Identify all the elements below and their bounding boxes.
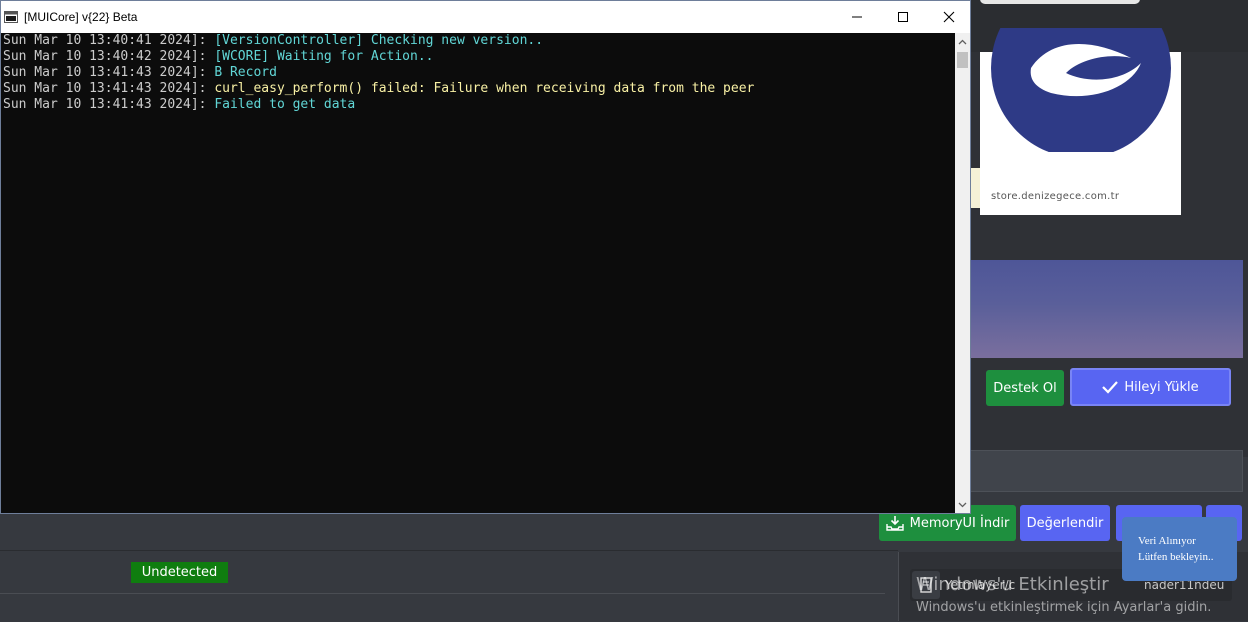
activation-watermark-subtitle: Windows'u etkinleştirmek için Ayarlar'a … [916, 600, 1212, 615]
console-titlebar[interactable]: [MUICore] v{22} Beta [1, 1, 970, 33]
maximize-icon [898, 12, 908, 22]
brand-logo-icon [991, 28, 1171, 152]
console-scrollbar[interactable] [955, 33, 970, 513]
load-cheat-button[interactable]: Hileyi Yükle [1070, 368, 1231, 406]
load-cheat-label: Hileyi Yükle [1124, 379, 1199, 395]
console-output[interactable]: Sun Mar 10 13:40:41 2024]: [VersionContr… [1, 33, 957, 513]
log-message: B Record [214, 65, 277, 80]
status-badge: Undetected [131, 562, 228, 583]
status-strip [0, 550, 898, 622]
minimize-button[interactable] [834, 1, 880, 33]
log-timestamp: Sun Mar 10 13:41:43 2024]: [3, 97, 215, 112]
log-message: [VersionController] Checking new version… [214, 33, 544, 48]
maximize-button[interactable] [880, 1, 926, 33]
log-line: Sun Mar 10 13:41:43 2024]: Failed to get… [3, 97, 957, 113]
download-tray-icon [885, 516, 904, 531]
log-message: curl_easy_perform() failed: Failure when… [214, 81, 755, 96]
minimize-icon [852, 16, 862, 18]
loading-toast: Veri Alınıyor Lütfen bekleyin.. [1122, 517, 1237, 581]
scroll-up-arrow[interactable] [955, 33, 970, 50]
chevron-down-icon [958, 502, 967, 507]
comment-input[interactable] [960, 450, 1243, 492]
promo-image: store.denizegece.com.tr [980, 28, 1181, 215]
chevron-up-icon [958, 39, 967, 44]
log-line: Sun Mar 10 13:40:42 2024]: [WCORE] Waiti… [3, 49, 957, 65]
promo-url: store.denizegece.com.tr [991, 191, 1120, 202]
log-message: Failed to get data [214, 97, 356, 112]
console-app-icon [4, 11, 18, 23]
log-timestamp: Sun Mar 10 13:40:41 2024]: [3, 33, 215, 48]
close-button[interactable] [926, 1, 972, 33]
support-button[interactable]: Destek Ol [986, 370, 1064, 406]
scroll-thumb[interactable] [957, 52, 968, 68]
toast-line-1: Veri Alınıyor [1138, 535, 1196, 547]
log-message: [WCORE] Waiting for Action.. [214, 49, 434, 64]
download-memoryui-label: MemoryUI İndir [909, 515, 1010, 531]
log-line: Sun Mar 10 13:40:41 2024]: [VersionContr… [3, 33, 957, 49]
console-title: [MUICore] v{22} Beta [24, 10, 138, 24]
log-timestamp: Sun Mar 10 13:40:42 2024]: [3, 49, 215, 64]
log-timestamp: Sun Mar 10 13:41:43 2024]: [3, 81, 215, 96]
log-line: Sun Mar 10 13:41:43 2024]: B Record [3, 65, 957, 81]
checkmark-icon [1102, 381, 1119, 394]
console-window[interactable]: [MUICore] v{22} Beta Sun Mar 10 13:40:41… [0, 0, 971, 514]
toast-line-2: Lütfen bekleyin.. [1138, 551, 1214, 563]
log-timestamp: Sun Mar 10 13:41:43 2024]: [3, 65, 215, 80]
rate-button[interactable]: Değerlendir [1020, 505, 1110, 541]
activation-watermark-title: Windows'u Etkinleştir [916, 574, 1109, 595]
scroll-down-arrow[interactable] [955, 496, 970, 513]
background-search-pill [980, 0, 1140, 4]
status-divider [0, 593, 885, 594]
close-icon [943, 11, 955, 23]
log-line: Sun Mar 10 13:41:43 2024]: curl_easy_per… [3, 81, 957, 97]
product-banner [960, 260, 1243, 358]
